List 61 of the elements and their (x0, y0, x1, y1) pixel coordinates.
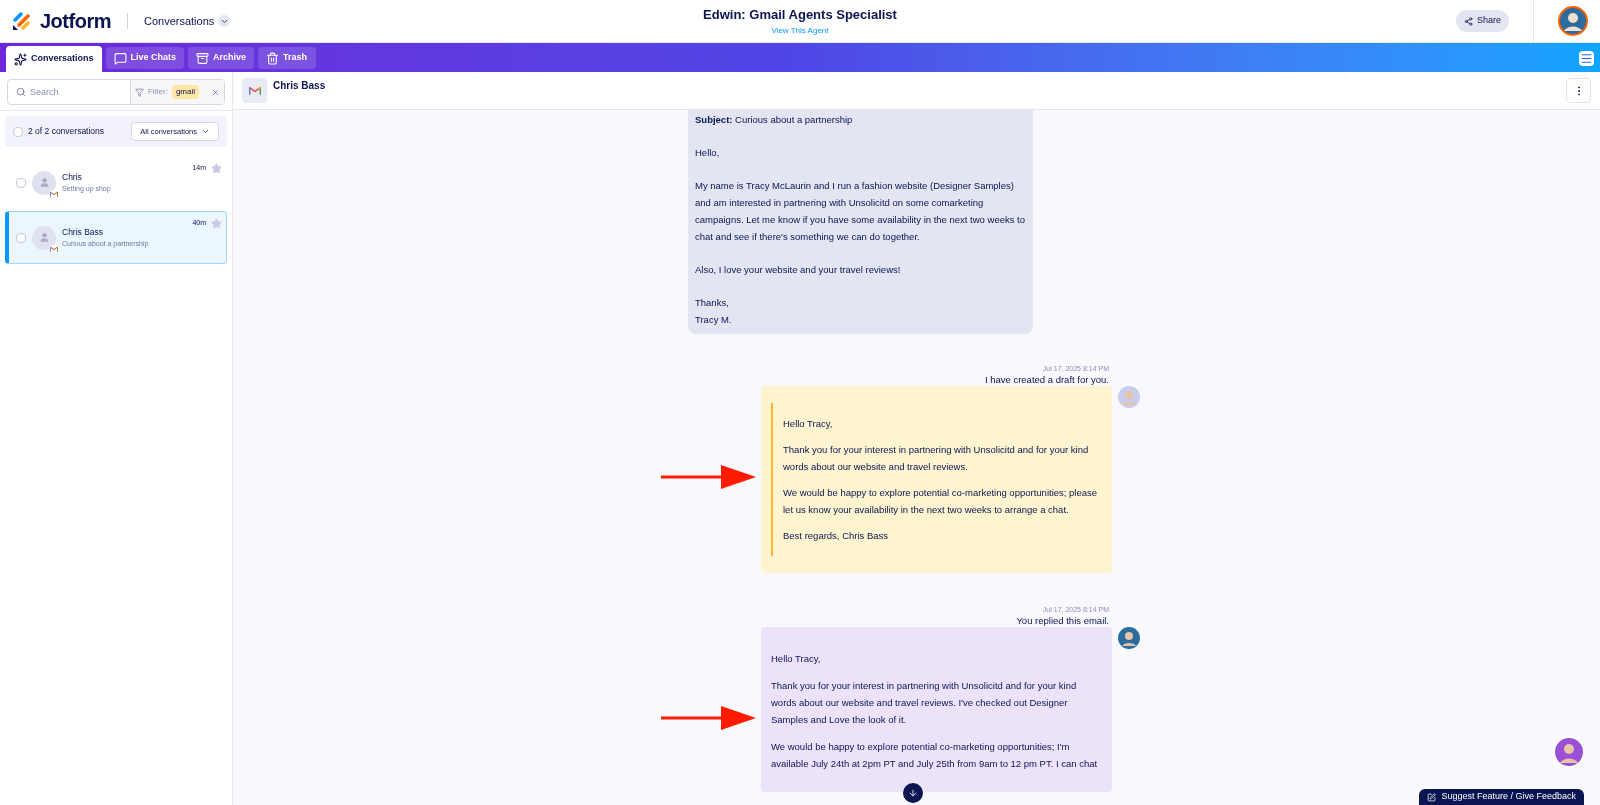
assistant-avatar[interactable] (1553, 736, 1585, 768)
agent-title: Edwin: Gmail Agents Specialist (703, 6, 897, 25)
agent-caption: I have created a draft for you. (984, 374, 1109, 386)
share-icon (1463, 16, 1473, 26)
scroll-down-button[interactable] (903, 783, 923, 803)
select-all-checkbox[interactable] (13, 126, 23, 137)
message-paragraph: We would be happy to explore potential co-marketing opportunities; please let us know your availability in the next two weeks to arrange a chat. (783, 486, 1099, 517)
contact-name: Chris Bass (273, 79, 326, 93)
person-icon (38, 232, 50, 243)
user-avatar[interactable] (1558, 6, 1588, 36)
tab[interactable]: Live Chats (105, 47, 185, 69)
agent-caption: You replied this email. (1016, 615, 1109, 627)
person-icon (38, 177, 50, 188)
star-icon[interactable] (211, 218, 222, 229)
filter-icon (134, 87, 144, 97)
message-paragraph: We would be happy to explore potential co-marketing opportunities; I'm available July 24th at 2pm PT and July 25th from 9am to 12 pm PT. I can chat (771, 740, 1099, 771)
avatar (1118, 627, 1140, 649)
contact-name: Chris (62, 170, 83, 184)
section-dropdown[interactable]: Conversations (143, 12, 231, 30)
mail-icon (248, 86, 261, 95)
close-icon[interactable] (211, 87, 220, 97)
more-button[interactable] (1566, 78, 1591, 103)
mail-icon (50, 190, 58, 197)
filter-tag: gmail (171, 85, 199, 99)
caret-icon (201, 127, 210, 136)
search-bar[interactable]: Search Filter: gmail (7, 79, 225, 105)
logo-text: Jotform (40, 9, 111, 34)
conversation-count: 2 of 2 conversations (28, 125, 105, 138)
feedback-button[interactable]: Suggest Feature / Give Feedback (1419, 789, 1584, 805)
chat-icon (113, 51, 127, 65)
tab[interactable]: Trash (258, 47, 317, 69)
message-paragraph: Hello Tracy, (771, 652, 822, 666)
search-field[interactable]: Search (30, 80, 120, 104)
row-checkbox[interactable] (16, 232, 26, 243)
avatar (1118, 386, 1140, 408)
tab[interactable]: Archive (188, 47, 255, 69)
logo-icon (12, 11, 32, 31)
menu-button[interactable] (1579, 51, 1594, 66)
message-paragraph: Also, I love your website and your travel reviews! (695, 263, 902, 277)
message-paragraph: Best regards, Chris Bass (783, 529, 890, 543)
edit-icon (1427, 792, 1437, 802)
arrow-down-icon (908, 788, 918, 798)
message-paragraph: My name is Tracy McLaurin and I run a fashion website (Designer Samples) and am interested in partnering with Unsolicitd on some comarketing campaigns. Let me know if you have some availability in the next two weeks to chat and see if there's something we can do together. (695, 179, 1026, 244)
trash-icon (266, 51, 280, 65)
sparkle-icon (14, 52, 27, 66)
message-paragraph: Hello Tracy, (783, 417, 834, 431)
row-checkbox[interactable] (16, 177, 26, 188)
share-button[interactable]: Share (1455, 10, 1509, 32)
menu-icon (1580, 52, 1593, 65)
message-paragraph: Thanks, Tracy M. (695, 296, 733, 327)
mail-icon (50, 245, 58, 252)
message-paragraph: Subject: Curious about a partnership (695, 113, 854, 127)
message-paragraph: Thank you for your interest in partnering with Unsolicitd and for your kind words about our website and travel reviews. I've checked out Designer Samples and Love the look of it. (771, 679, 1078, 727)
tab[interactable]: Conversations (6, 46, 102, 72)
message-paragraph: Thank you for your interest in partnering with Unsolicitd and for your kind words about our website and travel reviews. (783, 443, 1090, 474)
star-icon[interactable] (211, 163, 222, 174)
message-paragraph: Hello, (695, 146, 721, 160)
filter-label: Filter: (147, 86, 168, 98)
contact-name: Chris Bass (62, 225, 105, 239)
search-icon (16, 87, 26, 97)
archive-icon (196, 51, 210, 65)
